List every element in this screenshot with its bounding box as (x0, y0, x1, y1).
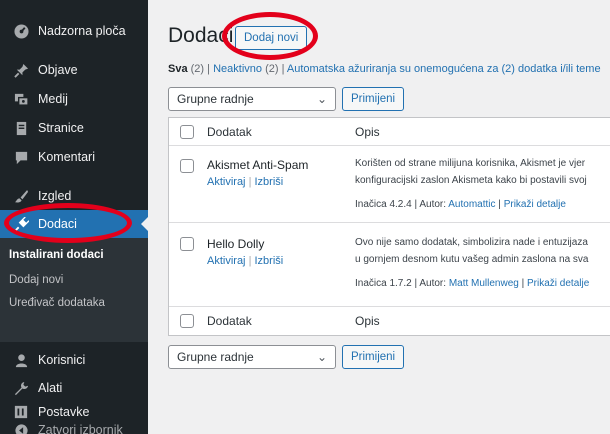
author-label: Autor: (419, 199, 447, 210)
sidebar-item-dashboard[interactable]: Nadzorna ploča (0, 17, 148, 45)
select-all-checkbox[interactable] (180, 125, 194, 139)
filter-autoupdates-disabled[interactable]: Automatska ažuriranja su onemogućena za … (287, 63, 601, 75)
view-details-link[interactable]: Prikaži detalje (527, 278, 589, 289)
add-new-plugin-button[interactable]: Dodaj novi (235, 26, 308, 50)
current-menu-arrow (141, 217, 148, 231)
sidebar-item-label: Alati (38, 381, 63, 395)
activate-link[interactable]: Aktiviraj (207, 255, 246, 267)
plugin-description-line: Ovo nije samo dodatak, simbolizira nade … (355, 237, 588, 248)
sidebar-item-label: Korisnici (38, 353, 86, 367)
meta-separator: | (521, 278, 525, 289)
column-description-footer: Opis (355, 314, 380, 328)
sidebar-item-label: Dodaci (38, 217, 77, 231)
sidebar-item-label: Medij (38, 92, 68, 106)
action-separator: | (248, 176, 252, 188)
sidebar-item-appearance[interactable]: Izgled (0, 182, 148, 210)
plugin-icon (0, 216, 38, 232)
submenu-plugin-editor[interactable]: Uređivač dodataka (9, 297, 105, 309)
column-plugin-header: Dodatak (207, 125, 252, 139)
meta-separator: | (498, 199, 501, 210)
table-row: Akismet Anti-Spam Aktiviraj | Izbriši Ko… (169, 146, 610, 223)
author-link[interactable]: Matt Mullenweg (449, 278, 519, 289)
filter-inactive-count: (2) (265, 63, 279, 75)
filter-separator: | (207, 63, 211, 75)
settings-icon (0, 405, 38, 419)
sidebar-item-tools[interactable]: Alati (0, 374, 148, 402)
plugin-actions: Aktiviraj | Izbriši (207, 255, 283, 267)
action-separator: | (248, 255, 252, 267)
chevron-down-icon: ⌄ (316, 350, 327, 364)
sidebar-item-label: Nadzorna ploča (38, 24, 126, 38)
plugin-meta: Inačica 4.2.4 | Autor: Automattic | Prik… (355, 199, 566, 210)
table-footer-row: Dodatak Opis (169, 307, 610, 335)
brush-icon (0, 189, 38, 204)
delete-link[interactable]: Izbriši (255, 255, 284, 267)
column-plugin-footer: Dodatak (207, 314, 252, 328)
sidebar-item-media[interactable]: Medij (0, 85, 148, 113)
plugin-checkbox[interactable] (180, 237, 194, 251)
bulk-actions-value: Grupne radnje (177, 92, 254, 106)
column-description-header: Opis (355, 125, 380, 139)
main-content: Dodaci Dodaj novi Sva (2) | Neaktivno (2… (148, 0, 610, 434)
activate-link[interactable]: Aktiviraj (207, 176, 246, 188)
filter-inactive[interactable]: Neaktivno (213, 63, 262, 75)
filter-all[interactable]: Sva (168, 63, 188, 75)
collapse-menu-button[interactable]: Zatvori izbornik (0, 420, 148, 434)
pin-icon (0, 63, 38, 78)
plugin-name: Akismet Anti-Spam (207, 158, 309, 172)
filter-separator: | (281, 63, 285, 75)
page-title: Dodaci (168, 24, 234, 47)
bulk-actions-value: Grupne radnje (177, 350, 254, 364)
plugin-actions: Aktiviraj | Izbriši (207, 176, 283, 188)
plugins-table: Dodatak Opis Akismet Anti-Spam Aktiviraj… (168, 117, 610, 336)
dashboard-icon (0, 23, 38, 39)
plugin-version: Inačica 4.2.4 (355, 199, 412, 210)
sidebar-item-label: Zatvori izbornik (38, 423, 123, 434)
sidebar-item-plugins[interactable]: Dodaci (0, 210, 148, 238)
sidebar-item-label: Komentari (38, 150, 95, 164)
filter-all-count: (2) (190, 63, 205, 75)
collapse-icon (0, 423, 38, 434)
meta-separator: | (414, 199, 418, 210)
users-icon (0, 353, 38, 368)
sidebar-item-comments[interactable]: Komentari (0, 143, 148, 171)
sidebar-item-users[interactable]: Korisnici (0, 346, 148, 374)
submenu-add-new[interactable]: Dodaj novi (9, 274, 63, 286)
plugin-meta: Inačica 1.7.2 | Autor: Matt Mullenweg | … (355, 278, 589, 289)
sidebar-item-label: Izgled (38, 189, 72, 203)
author-link[interactable]: Automattic (448, 199, 495, 210)
sidebar-item-label: Postavke (38, 405, 90, 419)
meta-separator: | (414, 278, 418, 289)
sidebar-item-pages[interactable]: Stranice (0, 114, 148, 142)
bulk-actions-select-top[interactable]: Grupne radnje ⌄ (168, 87, 336, 111)
chevron-down-icon: ⌄ (316, 92, 327, 106)
plugin-description-line: konfiguracijski zaslon Akismeta kako bi … (355, 175, 587, 186)
select-all-checkbox-bottom[interactable] (180, 314, 194, 328)
author-label: Autor: (419, 278, 447, 289)
plugin-description-line: Korišten od strane milijuna korisnika, A… (355, 158, 586, 169)
page-icon (0, 121, 38, 136)
plugins-submenu: Instalirani dodaci Dodaj novi Uređivač d… (0, 238, 148, 342)
apply-button-top[interactable]: Primijeni (342, 87, 405, 111)
comment-icon (0, 150, 38, 165)
plugin-description-line: u gornjem desnom kutu vašeg admin zaslon… (355, 254, 589, 265)
admin-sidebar: Nadzorna ploča Objave Medij Stranice Kom… (0, 0, 148, 434)
delete-link[interactable]: Izbriši (255, 176, 284, 188)
bulk-actions-select-bottom[interactable]: Grupne radnje ⌄ (168, 345, 336, 369)
sidebar-item-label: Stranice (38, 121, 84, 135)
table-row: Hello Dolly Aktiviraj | Izbriši Ovo nije… (169, 223, 610, 307)
plugin-name: Hello Dolly (207, 237, 265, 251)
sidebar-item-label: Objave (38, 63, 78, 77)
plugin-filters: Sva (2) | Neaktivno (2) | Automatska ažu… (168, 63, 601, 75)
sidebar-item-posts[interactable]: Objave (0, 56, 148, 84)
wrench-icon (0, 381, 38, 396)
table-header-row: Dodatak Opis (169, 118, 610, 146)
submenu-installed-plugins[interactable]: Instalirani dodaci (9, 249, 104, 261)
plugin-version: Inačica 1.7.2 (355, 278, 412, 289)
view-details-link[interactable]: Prikaži detalje (504, 199, 566, 210)
apply-button-bottom[interactable]: Primijeni (342, 345, 405, 369)
plugin-checkbox[interactable] (180, 159, 194, 173)
media-icon (0, 92, 38, 107)
